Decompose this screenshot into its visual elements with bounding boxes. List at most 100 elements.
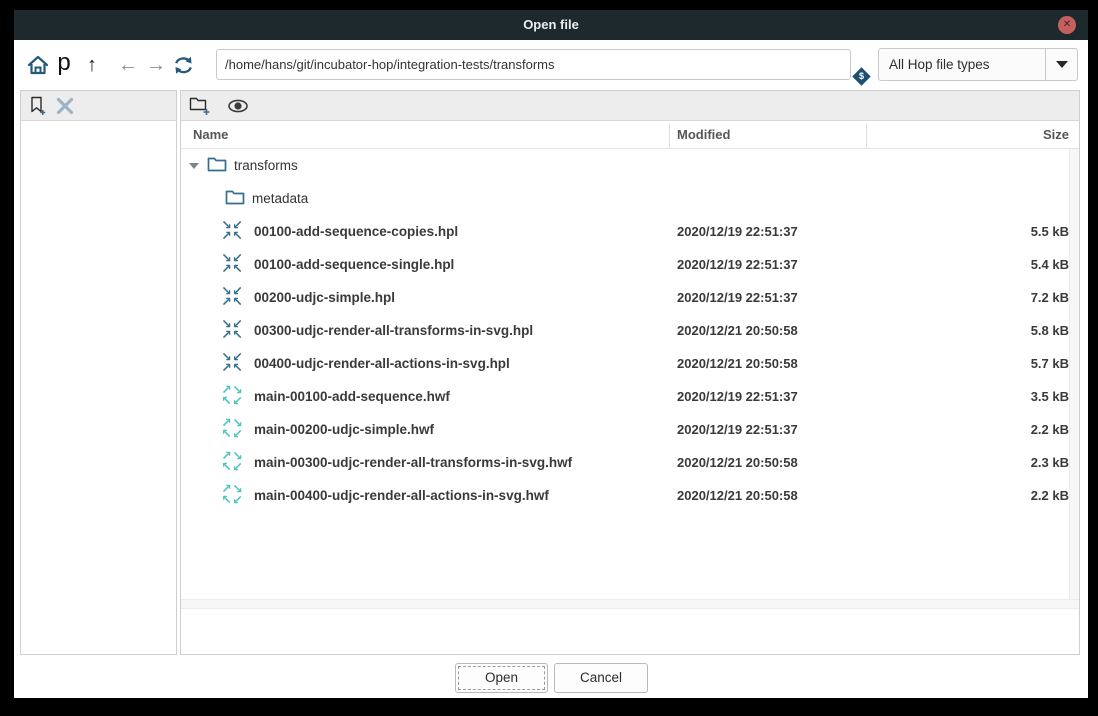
table-header: Name Modified Size: [181, 121, 1079, 149]
file-type-select[interactable]: All Hop file types: [878, 48, 1078, 81]
file-modified: 2020/12/19 22:51:37: [677, 380, 798, 413]
back-arrow-icon: ←: [118, 54, 138, 77]
navigate-back-button[interactable]: ←: [114, 40, 142, 90]
file-modified: 2020/12/21 20:50:58: [677, 446, 798, 479]
remove-x-icon: [56, 97, 74, 115]
expand-caret-icon[interactable]: [189, 163, 199, 169]
navigate-up-button[interactable]: ↑: [78, 40, 106, 90]
table-row[interactable]: ↗↘↖↙ main-00200-udjc-simple.hwf 2020/12/…: [181, 413, 1079, 446]
workflow-file-icon: ↗↘↖↙: [221, 418, 243, 440]
file-size: 5.5 kB: [1031, 215, 1069, 248]
table-row[interactable]: ↘↙↗↖ 00200-udjc-simple.hpl 2020/12/19 22…: [181, 281, 1079, 314]
path-input[interactable]: /home/hans/git/incubator-hop/integration…: [216, 49, 851, 80]
file-name: 00200-udjc-simple.hpl: [254, 281, 395, 314]
tree-row-sub-folder[interactable]: metadata: [181, 182, 1079, 215]
folder-add-icon: [189, 96, 211, 116]
add-bookmark-button[interactable]: [27, 91, 49, 121]
eye-icon: [227, 99, 249, 113]
file-name: 00400-udjc-render-all-actions-in-svg.hpl: [254, 347, 510, 380]
pipeline-file-icon: ↘↙↗↖: [221, 286, 243, 308]
file-size: 2.3 kB: [1031, 446, 1069, 479]
file-size: 5.8 kB: [1031, 314, 1069, 347]
chevron-down-icon: [1056, 61, 1068, 68]
bookmark-add-icon: [30, 96, 46, 116]
bookmarks-toolbar: [21, 91, 176, 121]
workflow-file-icon: ↗↘↖↙: [221, 451, 243, 473]
open-button[interactable]: Open: [455, 663, 548, 693]
file-name: 00100-add-sequence-copies.hpl: [254, 215, 458, 248]
table-row[interactable]: ↘↙↗↖ 00100-add-sequence-single.hpl 2020/…: [181, 248, 1079, 281]
file-name: main-00400-udjc-render-all-actions-in-sv…: [254, 479, 549, 512]
bookmarks-panel: [20, 90, 177, 655]
up-arrow-icon: ↑: [87, 54, 97, 77]
refresh-button[interactable]: [168, 40, 198, 90]
pipeline-file-icon: ↘↙↗↖: [221, 352, 243, 374]
file-size: 2.2 kB: [1031, 413, 1069, 446]
workflow-file-icon: ↗↘↖↙: [221, 385, 243, 407]
file-name: main-00300-udjc-render-all-transforms-in…: [254, 446, 572, 479]
close-icon[interactable]: ✕: [1058, 16, 1076, 34]
browser-toolbar: [181, 91, 1079, 121]
variable-icon[interactable]: $: [852, 67, 870, 85]
file-name: main-00100-add-sequence.hwf: [254, 380, 450, 413]
project-home-button[interactable]: p: [52, 40, 76, 90]
table-row[interactable]: ↗↘↖↙ main-00400-udjc-render-all-actions-…: [181, 479, 1079, 512]
horizontal-scrollbar[interactable]: [181, 599, 1079, 609]
navigate-forward-button[interactable]: →: [142, 40, 170, 90]
pipeline-file-icon: ↘↙↗↖: [221, 319, 243, 341]
home-button[interactable]: [24, 40, 52, 90]
cancel-button[interactable]: Cancel: [554, 663, 648, 693]
file-size: 2.2 kB: [1031, 479, 1069, 512]
file-modified: 2020/12/19 22:51:37: [677, 281, 798, 314]
file-size: 5.4 kB: [1031, 248, 1069, 281]
workflow-file-icon: ↗↘↖↙: [221, 484, 243, 506]
file-name: 00100-add-sequence-single.hpl: [254, 248, 454, 281]
column-separator[interactable]: [669, 123, 670, 147]
file-modified: 2020/12/19 22:51:37: [677, 413, 798, 446]
file-type-dropdown-button[interactable]: [1045, 49, 1077, 80]
folder-icon: [207, 156, 227, 173]
open-file-dialog: Open file ✕ p ↑ ← →: [14, 10, 1088, 698]
file-size: 3.5 kB: [1031, 380, 1069, 413]
table-row[interactable]: ↘↙↗↖ 00100-add-sequence-copies.hpl 2020/…: [181, 215, 1079, 248]
refresh-icon: [172, 55, 195, 76]
file-browser-panel: Name Modified Size transforms: [180, 90, 1080, 655]
project-home-icon: p: [57, 49, 70, 77]
tree-row-root-folder[interactable]: transforms: [181, 149, 1079, 182]
table-row[interactable]: ↗↘↖↙ main-00100-add-sequence.hwf 2020/12…: [181, 380, 1079, 413]
folder-name: transforms: [234, 149, 298, 182]
table-row[interactable]: ↘↙↗↖ 00400-udjc-render-all-actions-in-sv…: [181, 347, 1079, 380]
forward-arrow-icon: →: [146, 54, 166, 77]
file-size: 7.2 kB: [1031, 281, 1069, 314]
screen: Open file ✕ p ↑ ← →: [0, 0, 1098, 716]
file-modified: 2020/12/21 20:50:58: [677, 314, 798, 347]
file-modified: 2020/12/21 20:50:58: [677, 479, 798, 512]
new-folder-button[interactable]: [187, 91, 213, 121]
column-header-name[interactable]: Name: [193, 121, 228, 149]
file-modified: 2020/12/21 20:50:58: [677, 347, 798, 380]
folder-name: metadata: [252, 182, 308, 215]
dialog-title: Open file: [14, 10, 1088, 40]
file-modified: 2020/12/19 22:51:37: [677, 248, 798, 281]
file-name: main-00200-udjc-simple.hwf: [254, 413, 434, 446]
show-hidden-files-button[interactable]: [225, 91, 251, 121]
pipeline-file-icon: ↘↙↗↖: [221, 253, 243, 275]
column-header-size[interactable]: Size: [1043, 121, 1069, 149]
folder-icon: [225, 189, 245, 206]
file-type-value: All Hop file types: [889, 49, 990, 80]
file-name: 00300-udjc-render-all-transforms-in-svg.…: [254, 314, 533, 347]
remove-bookmark-button[interactable]: [53, 91, 77, 121]
column-header-modified[interactable]: Modified: [677, 121, 730, 149]
column-separator[interactable]: [866, 123, 867, 147]
titlebar[interactable]: Open file ✕: [14, 10, 1088, 40]
navigation-toolbar: p ↑ ← → /home/hans/git/incubator-hop: [14, 40, 1088, 90]
file-size: 5.7 kB: [1031, 347, 1069, 380]
pipeline-file-icon: ↘↙↗↖: [221, 220, 243, 242]
file-table-body: transforms metadata ↘↙↗↖ 00100-add-seque…: [181, 149, 1079, 512]
path-value: /home/hans/git/incubator-hop/integration…: [225, 57, 555, 72]
table-row[interactable]: ↗↘↖↙ main-00300-udjc-render-all-transfor…: [181, 446, 1079, 479]
vertical-scrollbar[interactable]: [1069, 149, 1079, 599]
file-modified: 2020/12/19 22:51:37: [677, 215, 798, 248]
table-row[interactable]: ↘↙↗↖ 00300-udjc-render-all-transforms-in…: [181, 314, 1079, 347]
home-icon: [27, 55, 49, 75]
